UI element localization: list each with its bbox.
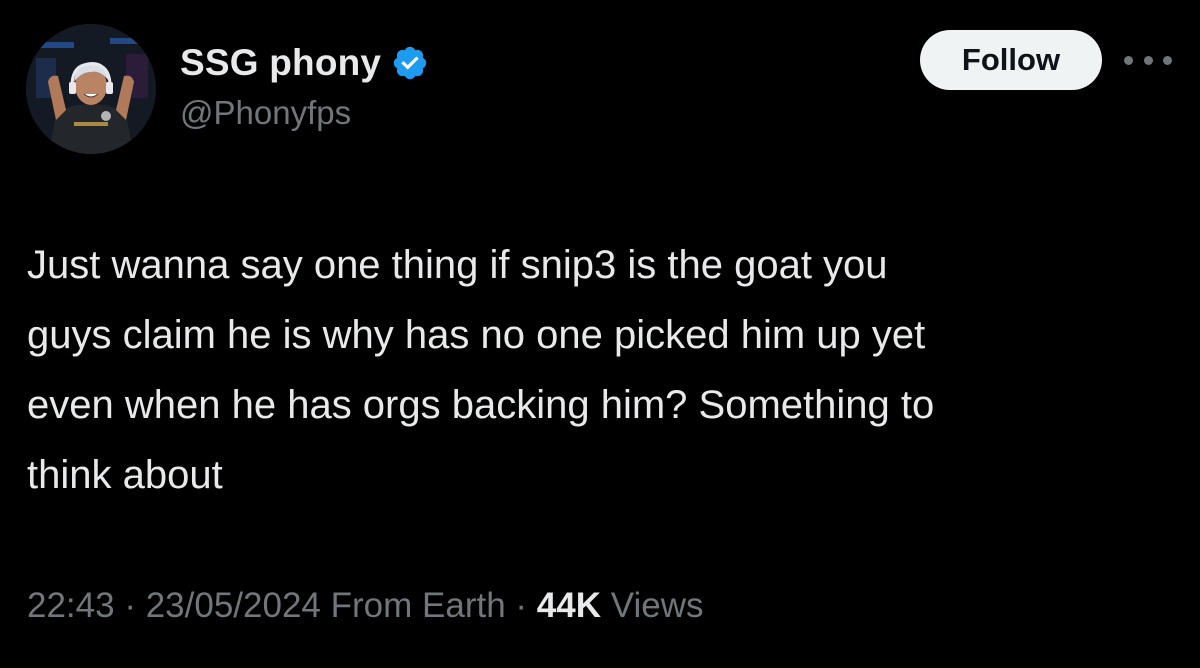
avatar[interactable] xyxy=(26,24,156,154)
author-name-row: SSG phony xyxy=(180,38,429,88)
tweet-line: even when he has orgs backing him? Somet… xyxy=(27,383,935,427)
avatar-image xyxy=(26,24,156,154)
tweet-meta: 22:43 · 23/05/2024 From Earth · 44K View… xyxy=(27,586,703,626)
tweet-date[interactable]: 23/05/2024 xyxy=(146,586,321,625)
dot xyxy=(1163,55,1172,65)
tweet-text: Just wanna say one thing if snip3 is the… xyxy=(27,230,1177,510)
dot xyxy=(1143,55,1153,65)
verified-badge-icon[interactable] xyxy=(391,44,429,82)
tweet-line: think about xyxy=(27,453,223,497)
tweet-time[interactable]: 22:43 xyxy=(27,586,115,625)
tweet-line: guys claim he is why has no one picked h… xyxy=(27,313,926,357)
dot xyxy=(1124,55,1133,65)
more-options-icon[interactable] xyxy=(1124,46,1172,74)
meta-separator: · xyxy=(124,586,136,625)
user-handle[interactable]: @Phonyfps xyxy=(180,94,351,132)
follow-button[interactable]: Follow xyxy=(920,30,1102,90)
views-label: Views xyxy=(610,586,704,625)
tweet-line: Just wanna say one thing if snip3 is the… xyxy=(27,243,888,287)
views-count[interactable]: 44K xyxy=(537,586,601,625)
tweet-source: From Earth xyxy=(330,586,506,625)
meta-separator: · xyxy=(515,586,528,625)
display-name[interactable]: SSG phony xyxy=(180,42,381,84)
